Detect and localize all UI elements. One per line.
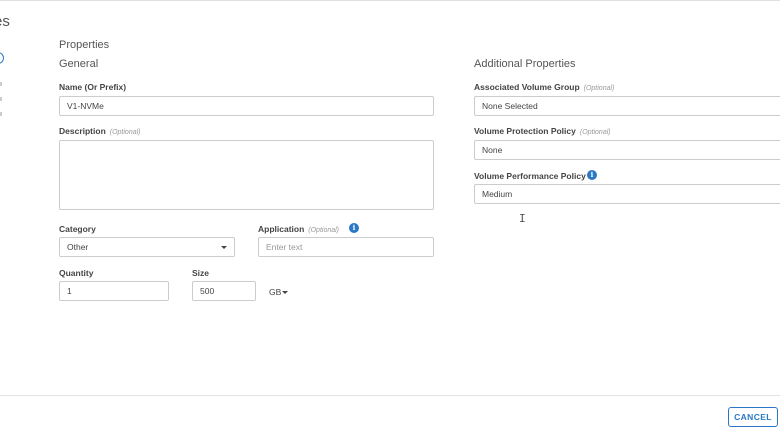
top-divider: [0, 0, 780, 1]
name-label: Name (Or Prefix): [59, 82, 127, 92]
category-value: Other: [67, 242, 89, 252]
footer-divider: [0, 395, 780, 396]
chevron-down-icon: [282, 291, 288, 294]
cancel-button[interactable]: CANCEL: [728, 407, 778, 427]
quantity-input[interactable]: 1: [59, 281, 169, 301]
info-icon[interactable]: i: [587, 170, 597, 180]
properties-heading: Properties: [59, 39, 110, 51]
application-input[interactable]: Enter text: [258, 237, 434, 257]
optional-tag: (Optional): [583, 85, 615, 92]
application-label-text: Application: [258, 224, 305, 234]
volume-group-label-text: Associated Volume Group: [474, 82, 580, 92]
protection-policy-label: Volume Protection Policy (Optional): [474, 126, 611, 136]
step-marker: [0, 112, 2, 116]
category-label: Category: [59, 224, 96, 234]
step-marker: [0, 97, 2, 101]
size-label: Size: [192, 268, 210, 278]
size-input[interactable]: 500: [192, 281, 256, 301]
page-title: es: [0, 13, 10, 30]
protection-policy-label-text: Volume Protection Policy: [474, 126, 576, 136]
description-label-text: Description: [59, 126, 106, 136]
protection-policy-select[interactable]: None: [474, 140, 780, 160]
category-select[interactable]: Other: [59, 237, 235, 257]
size-unit-dropdown[interactable]: GB: [269, 287, 281, 297]
additional-properties-heading: Additional Properties: [474, 58, 576, 70]
info-icon[interactable]: i: [349, 223, 359, 233]
chevron-down-icon: [221, 246, 227, 249]
optional-tag: (Optional): [308, 227, 340, 234]
description-textarea[interactable]: [59, 140, 434, 210]
optional-tag: (Optional): [109, 129, 141, 136]
general-heading: General: [59, 58, 99, 70]
step-marker: [0, 82, 2, 86]
size-unit-label: GB: [269, 287, 282, 297]
volume-group-label: Associated Volume Group (Optional): [474, 82, 614, 92]
name-input[interactable]: V1-NVMe: [59, 96, 434, 116]
step-indicator-icon[interactable]: [0, 52, 4, 64]
performance-policy-select[interactable]: Medium: [474, 184, 780, 204]
performance-policy-label: Volume Performance Policy: [474, 171, 586, 181]
optional-tag: (Optional): [579, 129, 611, 136]
volume-group-select[interactable]: None Selected: [474, 96, 780, 116]
description-label: Description (Optional): [59, 126, 141, 136]
application-label: Application (Optional): [258, 224, 339, 234]
quantity-label: Quantity: [59, 268, 94, 278]
text-cursor-icon: I: [519, 212, 526, 225]
